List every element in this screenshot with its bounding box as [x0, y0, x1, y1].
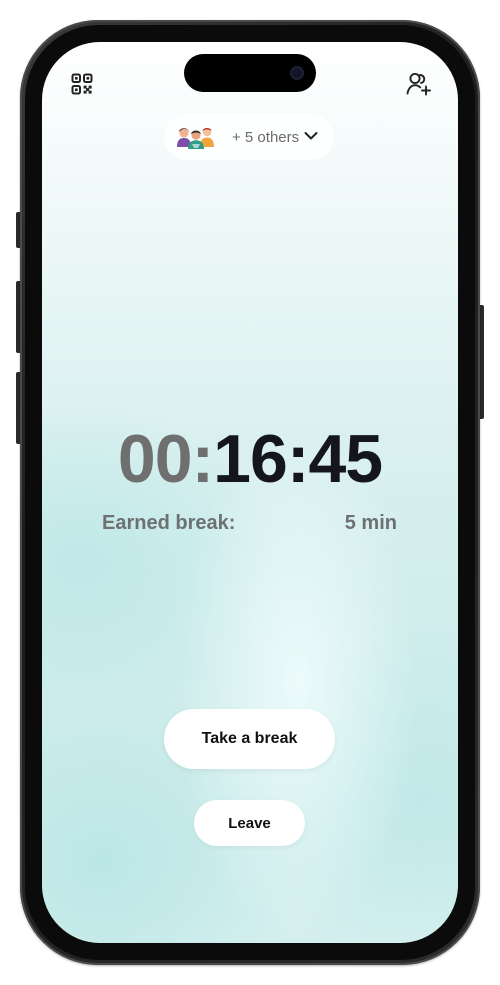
timer-seconds: 45 — [308, 421, 383, 497]
earned-break-label: Earned break: — [102, 512, 236, 534]
others-count-label: + 5 others — [232, 128, 300, 146]
take-break-button[interactable]: Take a break — [164, 709, 335, 769]
app-screen: + 5 others 00:16:45 Earned break: 5 min … — [42, 42, 458, 943]
timer-separator-dim: : — [191, 421, 215, 497]
qr-code-icon[interactable] — [71, 73, 93, 95]
avatars-group-icon — [177, 127, 214, 149]
participants-selector[interactable]: + 5 others — [164, 114, 334, 160]
dynamic-island — [184, 54, 316, 92]
phone-mockup: + 5 others 00:16:45 Earned break: 5 min … — [0, 0, 500, 985]
earned-break-value: 5 min — [344, 512, 397, 534]
focus-timer: 00:16:45 — [42, 422, 458, 496]
leave-button[interactable]: Leave — [194, 800, 305, 846]
timer-minutes: 16 — [213, 421, 288, 497]
timer-hours: 00 — [117, 421, 193, 497]
camera-icon — [290, 66, 304, 80]
add-user-icon[interactable] — [406, 72, 432, 96]
timer-separator: : — [286, 421, 310, 497]
chevron-down-icon — [304, 132, 318, 140]
